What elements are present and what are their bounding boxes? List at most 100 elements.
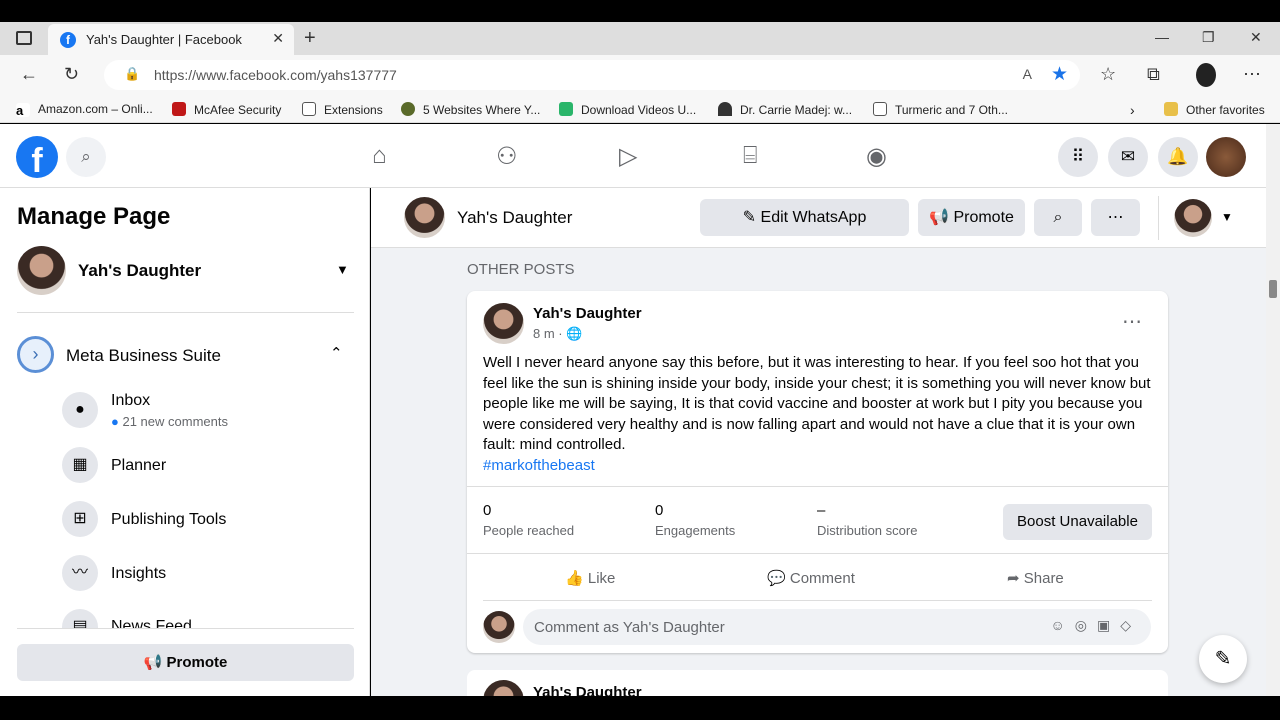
bookmark-websites[interactable]: 5 Websites Where Y... <box>401 102 540 117</box>
account-avatar[interactable] <box>1206 137 1246 177</box>
address-bar[interactable]: 🔒 https://www.facebook.com/yahs137777 A … <box>104 60 1080 90</box>
page-name[interactable]: Yah's Daughter <box>78 261 201 281</box>
comment-tools-icons[interactable]: ☺◎▣◇ <box>1050 617 1141 634</box>
comment-input[interactable]: Comment as Yah's Daughter ☺◎▣◇ <box>523 609 1151 645</box>
marketplace-icon[interactable]: ⌸ <box>743 142 757 170</box>
edit-whatsapp-button[interactable]: ✎ Edit WhatsApp <box>700 199 909 236</box>
page-avatar[interactable] <box>17 246 66 295</box>
post-body: Well I never heard anyone say this befor… <box>483 354 1151 474</box>
bookmark-dr-carrie[interactable]: Dr. Carrie Madej: w... <box>718 102 852 117</box>
search-page-button[interactable]: ⌕ <box>1034 199 1082 236</box>
post-author[interactable]: Yah's Daughter <box>533 305 642 322</box>
manage-page-title: Manage Page <box>17 203 171 230</box>
feed-icon: ▤ <box>62 609 98 628</box>
facebook-favicon-icon: f <box>60 32 76 48</box>
post-card: Yah's Daughter <box>467 670 1168 696</box>
notifications-icon[interactable]: 🔔 <box>1158 137 1198 177</box>
meta-business-suite-label[interactable]: Meta Business Suite <box>66 346 221 366</box>
divider <box>17 312 354 313</box>
settings-menu-icon[interactable]: ⋯ <box>1243 64 1261 85</box>
post-author-avatar[interactable] <box>483 680 524 696</box>
scrollbar[interactable] <box>1266 124 1280 696</box>
close-tab-icon[interactable]: ✕ <box>272 30 284 47</box>
menu-publishing-tools[interactable]: Publishing Tools <box>111 511 226 529</box>
tab-actions-icon[interactable] <box>16 31 32 45</box>
lock-icon: 🔒 <box>124 66 141 81</box>
post-author[interactable]: Yah's Daughter <box>533 684 642 696</box>
menu-inbox[interactable]: Inbox <box>111 392 150 410</box>
new-message-icon[interactable]: ✎ <box>1199 635 1247 683</box>
bookmark-other-favorites[interactable]: Other favorites <box>1164 102 1265 117</box>
bookmark-turmeric[interactable]: Turmeric and 7 Oth... <box>873 102 1008 117</box>
collections-icon[interactable]: ⧉ <box>1147 64 1160 85</box>
hashtag-link[interactable]: #markofthebeast <box>483 457 595 474</box>
caret-down-icon[interactable]: ▼ <box>336 262 349 277</box>
bookmark-mcafee[interactable]: McAfee Security <box>172 102 281 117</box>
url-text: https://www.facebook.com/yahs137777 <box>154 67 397 83</box>
post-author-avatar[interactable] <box>483 303 524 344</box>
globe-icon: 🌐 <box>566 326 583 341</box>
divider <box>467 553 1168 554</box>
megaphone-icon: 📢 <box>929 209 954 226</box>
refresh-icon[interactable]: ↻ <box>64 64 79 85</box>
more-options-button[interactable]: ⋯ <box>1091 199 1140 236</box>
facebook-logo-icon[interactable]: f <box>16 136 58 180</box>
menu-insights[interactable]: Insights <box>111 565 166 583</box>
page-header: Yah's Daughter ✎ Edit WhatsApp 📢 Promote… <box>371 188 1266 248</box>
bookmark-download-videos[interactable]: Download Videos U... <box>559 102 696 117</box>
close-window-icon[interactable]: ✕ <box>1250 29 1262 46</box>
profile-icon[interactable] <box>1196 63 1216 87</box>
chat-icon: ● <box>62 392 98 428</box>
restore-icon[interactable]: ❐ <box>1202 29 1215 46</box>
minimize-icon[interactable]: — <box>1155 29 1169 45</box>
switch-profile-avatar[interactable] <box>1174 199 1212 237</box>
section-title: OTHER POSTS <box>467 261 575 278</box>
favorites-icon[interactable]: ☆ <box>1100 64 1116 85</box>
facebook-top-bar: f ⌕ ⌂ ⚇ ▷ ⌸ ◉ ⠿ ✉ 🔔 <box>0 124 1266 188</box>
page-header-avatar[interactable] <box>404 197 445 238</box>
people-reached-label: People reached <box>483 523 575 538</box>
main-content: Yah's Daughter ✎ Edit WhatsApp 📢 Promote… <box>371 188 1266 696</box>
comment-icon: 💬 <box>767 570 790 587</box>
chevron-right-icon[interactable]: › <box>1130 102 1135 118</box>
share-button[interactable]: ➦ Share <box>1007 569 1064 587</box>
browser-tab[interactable]: f Yah's Daughter | Facebook ✕ <box>48 24 294 55</box>
distribution-score-label: Distribution score <box>817 523 918 538</box>
new-tab-icon[interactable]: + <box>304 27 316 50</box>
commenter-avatar <box>483 611 515 643</box>
menu-planner[interactable]: Planner <box>111 457 166 475</box>
back-icon[interactable]: ← <box>20 64 38 85</box>
bottom-bar <box>0 696 1280 720</box>
tab-title: Yah's Daughter | Facebook <box>86 32 242 47</box>
divider <box>17 628 354 629</box>
menu-grid-icon[interactable]: ⠿ <box>1058 137 1098 177</box>
comment-button[interactable]: 💬 Comment <box>767 569 855 587</box>
read-aloud-icon[interactable]: A <box>1023 66 1032 82</box>
bookmark-extensions[interactable]: Extensions <box>302 102 383 117</box>
promote-button[interactable]: 📢 Promote <box>17 644 354 681</box>
favorite-star-icon[interactable]: ★ <box>1051 63 1068 86</box>
boost-unavailable-button[interactable]: Boost Unavailable <box>1003 504 1152 540</box>
bookmark-amazon[interactable]: a Amazon.com – Onli... <box>16 102 153 118</box>
friends-icon[interactable]: ⚇ <box>496 142 518 171</box>
scrollbar-thumb[interactable] <box>1269 280 1277 298</box>
address-bar-row: ← ↻ 🔒 https://www.facebook.com/yahs13777… <box>0 55 1280 95</box>
promote-header-button[interactable]: 📢 Promote <box>918 199 1025 236</box>
page-header-name[interactable]: Yah's Daughter <box>457 208 572 228</box>
home-icon[interactable]: ⌂ <box>372 142 387 170</box>
share-icon: ➦ <box>1007 570 1024 587</box>
distribution-score-value: – <box>817 502 826 519</box>
messenger-icon[interactable]: ✉ <box>1108 137 1148 177</box>
post-options-icon[interactable]: ⋯ <box>1122 309 1142 334</box>
post-time[interactable]: 8 m · 🌐 <box>533 326 582 342</box>
menu-clip: ▤ News Feed <box>0 606 369 628</box>
search-icon[interactable]: ⌕ <box>66 137 106 177</box>
chevron-up-icon[interactable]: ⌃ <box>330 344 343 362</box>
like-button[interactable]: 👍 Like <box>565 569 615 587</box>
thumbs-up-icon: 👍 <box>565 570 588 587</box>
watch-icon[interactable]: ▷ <box>619 142 637 171</box>
caret-down-icon[interactable]: ▼ <box>1221 210 1233 224</box>
menu-news-feed[interactable]: News Feed <box>111 618 192 628</box>
comment-placeholder: Comment as Yah's Daughter <box>534 619 725 636</box>
groups-icon[interactable]: ◉ <box>866 142 887 171</box>
